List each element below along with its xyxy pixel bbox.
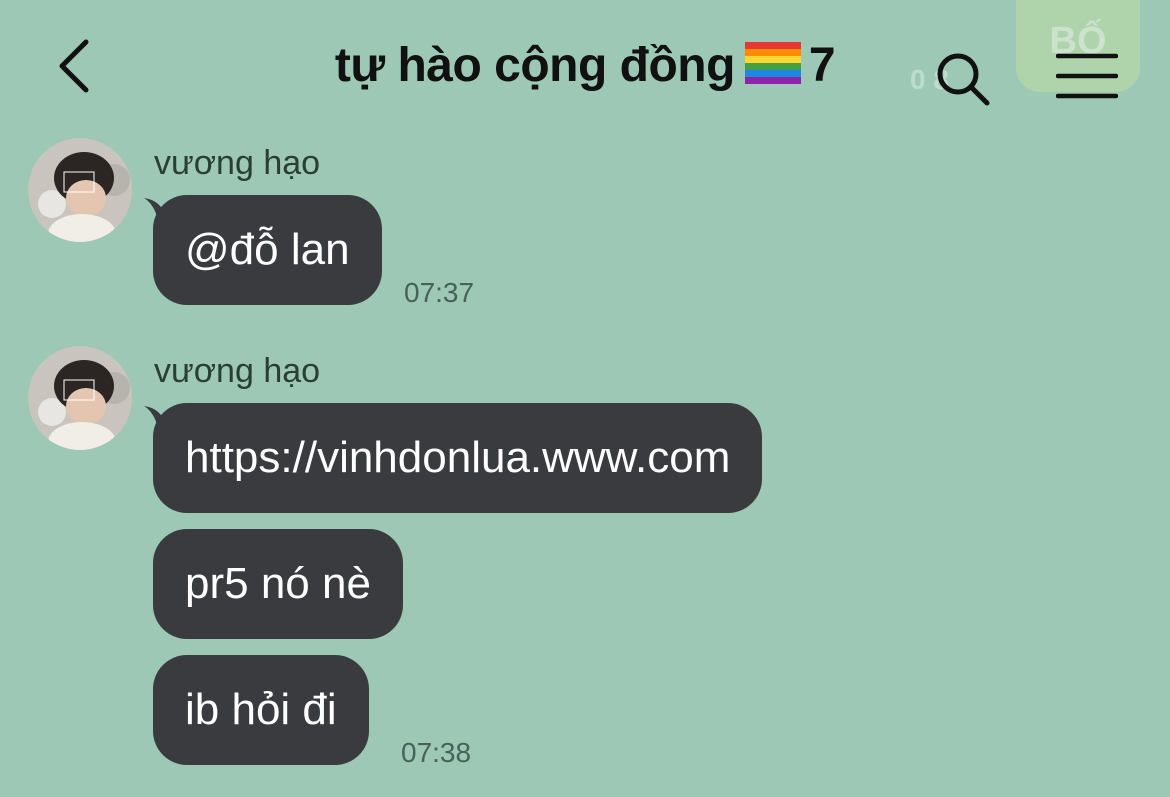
chat-title[interactable]: tự hào cộng đồng 7 [0, 38, 1170, 96]
avatar[interactable] [28, 138, 132, 242]
message-time: 07:37 [404, 277, 475, 308]
message-bubble[interactable]: @đỗ lan [153, 195, 382, 305]
sender-name: vương hạo [154, 144, 321, 182]
menu-icon [1055, 53, 1119, 99]
message-time: 07:38 [401, 737, 472, 768]
rainbow-flag-icon [744, 41, 801, 96]
sender-name: vương hạo [154, 352, 321, 390]
chat-header: 0 8 BỐ tự hào cộng đồng 7 [0, 0, 1170, 130]
member-count: 7 [808, 39, 836, 92]
message-bubble-link[interactable]: https://vinhdonlua.www.com [153, 403, 763, 513]
search-icon [937, 53, 990, 106]
avatar[interactable] [28, 346, 132, 450]
message-bubble[interactable]: pr5 nó nè [153, 529, 403, 639]
message-bubble[interactable]: ib hỏi đi [153, 655, 369, 765]
search-button[interactable] [934, 50, 992, 108]
menu-button[interactable] [1055, 52, 1119, 100]
chat-title-text: tự hào cộng đồng [334, 39, 736, 92]
